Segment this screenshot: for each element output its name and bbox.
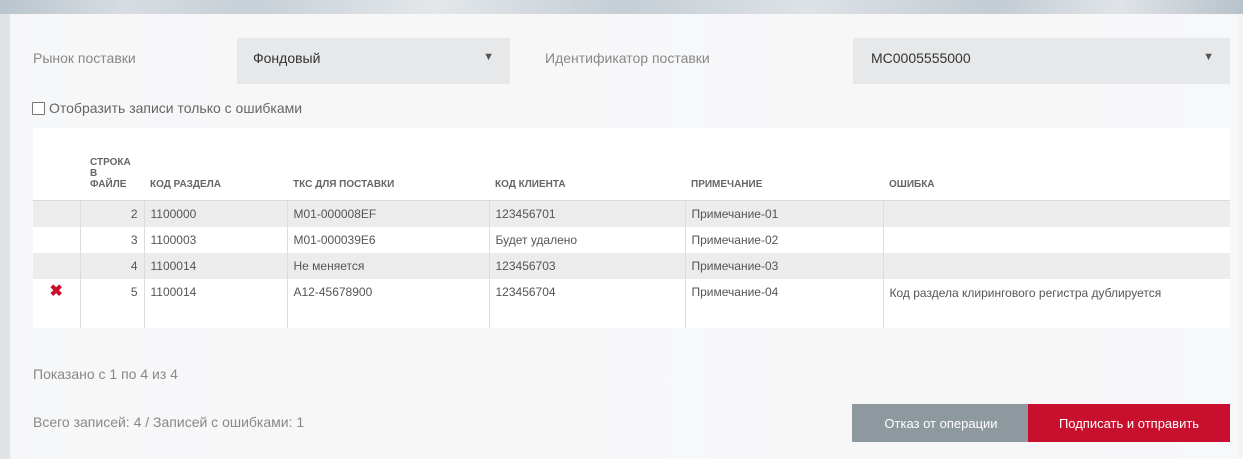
header-section: КОД РАЗДЕЛА	[144, 128, 287, 201]
row-status	[33, 226, 80, 253]
background-header-strip	[0, 0, 1243, 14]
row-error	[882, 252, 1230, 279]
row-status: ✖	[33, 278, 80, 328]
row-client: 123456704	[488, 278, 685, 328]
row-status	[33, 200, 80, 227]
market-select-value: Фондовый	[253, 50, 321, 66]
cancel-operation-button[interactable]: Отказ от операции	[852, 404, 1030, 442]
row-line: 3	[79, 226, 144, 253]
row-client: 123456701	[488, 200, 685, 227]
header-client: КОД КЛИЕНТА	[489, 128, 685, 201]
row-error	[882, 200, 1230, 227]
market-select[interactable]: Фондовый ▼	[237, 38, 510, 84]
header-note: ПРИМЕЧАНИЕ	[685, 128, 883, 201]
row-line: 4	[79, 252, 144, 279]
row-note: Примечание-01	[684, 200, 883, 227]
row-tks: M01-000008EF	[286, 200, 489, 227]
table-row[interactable]: ✖ 5 1100014 A12-45678900 123456704 Приме…	[33, 278, 1230, 328]
supply-id-label: Идентификатор поставки	[545, 50, 710, 66]
caret-down-icon: ▼	[483, 51, 494, 63]
errors-only-label: Отобразить записи только с ошибками	[49, 100, 303, 116]
supply-id-select-value: MC0005555000	[871, 50, 971, 66]
close-x-icon: ✖	[49, 282, 63, 300]
row-line: 5	[79, 278, 144, 328]
table-header-row: СТРОКА В ФАЙЛЕ КОД РАЗДЕЛА ТКС ДЛЯ ПОСТА…	[33, 128, 1230, 201]
table-row[interactable]: 2 1100000 M01-000008EF 123456701 Примеча…	[33, 200, 1230, 227]
caret-down-icon: ▼	[1203, 51, 1214, 63]
row-note: Примечание-02	[684, 226, 883, 253]
row-section: 1100014	[143, 252, 287, 279]
row-client: Будет удалено	[488, 226, 685, 253]
header-line: СТРОКА В ФАЙЛЕ	[80, 128, 144, 201]
supply-id-select[interactable]: MC0005555000 ▼	[853, 38, 1230, 84]
table-row[interactable]: 4 1100014 Не меняется 123456703 Примечан…	[33, 252, 1230, 279]
market-label: Рынок поставки	[33, 50, 136, 66]
checkbox-box[interactable]	[32, 101, 45, 115]
header-error: ОШИБКА	[883, 128, 1230, 201]
header-status	[33, 128, 80, 201]
row-tks: A12-45678900	[286, 278, 489, 328]
row-note: Примечание-03	[684, 252, 883, 279]
row-section: 1100003	[143, 226, 287, 253]
row-line: 2	[79, 200, 144, 227]
table-row[interactable]: 3 1100003 M01-000039E6 Будет удалено При…	[33, 226, 1230, 253]
pagination-info: Показано с 1 по 4 из 4	[33, 366, 178, 382]
records-table: СТРОКА В ФАЙЛЕ КОД РАЗДЕЛА ТКС ДЛЯ ПОСТА…	[33, 128, 1230, 328]
row-status	[33, 252, 80, 279]
header-tks: ТКС ДЛЯ ПОСТАВКИ	[287, 128, 489, 201]
row-tks: M01-000039E6	[286, 226, 489, 253]
row-error: Код раздела клирингового регистра дублир…	[882, 278, 1230, 328]
filters-bar: Рынок поставки Фондовый ▼ Идентификатор …	[0, 38, 1243, 84]
records-summary: Всего записей: 4 / Записей с ошибками: 1	[33, 414, 305, 430]
row-tks: Не меняется	[286, 252, 489, 279]
row-section: 1100014	[143, 278, 287, 328]
sign-and-send-button[interactable]: Подписать и отправить	[1028, 404, 1230, 442]
errors-only-checkbox[interactable]: Отобразить записи только с ошибками	[32, 100, 302, 116]
row-section: 1100000	[143, 200, 287, 227]
row-client: 123456703	[488, 252, 685, 279]
row-error	[882, 226, 1230, 253]
row-note: Примечание-04	[684, 278, 883, 328]
